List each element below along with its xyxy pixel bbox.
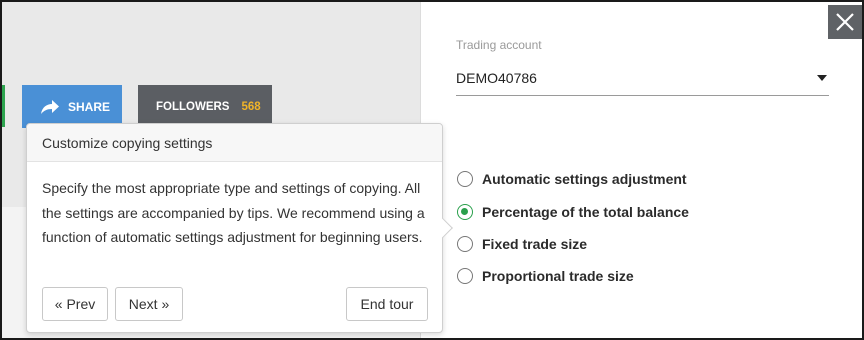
close-button[interactable] bbox=[828, 5, 862, 39]
trading-account-value: DEMO40786 bbox=[456, 69, 537, 86]
radio-fixed-trade-size[interactable]: Fixed trade size bbox=[457, 236, 587, 252]
radio-button[interactable] bbox=[457, 268, 473, 284]
green-accent-bar bbox=[2, 85, 5, 127]
radio-button[interactable] bbox=[457, 171, 473, 187]
trading-account-label: Trading account bbox=[456, 38, 542, 52]
share-button[interactable]: SHARE bbox=[22, 85, 122, 128]
share-label: SHARE bbox=[68, 99, 111, 114]
share-arrow-icon bbox=[41, 99, 59, 114]
radio-label: Automatic settings adjustment bbox=[482, 171, 687, 187]
radio-label: Percentage of the total balance bbox=[482, 204, 689, 220]
screen-frame: SHARE FOLLOWERS 568 Trading account DEMO… bbox=[0, 0, 864, 340]
close-icon bbox=[836, 13, 854, 31]
caret-down-icon bbox=[817, 74, 827, 81]
end-tour-button[interactable]: End tour bbox=[346, 287, 428, 321]
followers-label: FOLLOWERS bbox=[156, 100, 230, 113]
followers-button[interactable]: FOLLOWERS 568 bbox=[138, 85, 272, 128]
followers-count: 568 bbox=[241, 100, 261, 113]
trading-account-select[interactable]: DEMO40786 bbox=[456, 60, 829, 96]
radio-percentage-balance[interactable]: Percentage of the total balance bbox=[457, 204, 689, 220]
copy-settings-panel: Trading account DEMO40786 Automatic sett… bbox=[420, 2, 862, 338]
prev-button[interactable]: « Prev bbox=[42, 287, 108, 321]
tour-body-text: Specify the most appropriate type and se… bbox=[42, 180, 425, 245]
tour-title: Customize copying settings bbox=[27, 124, 442, 162]
radio-label: Fixed trade size bbox=[482, 236, 588, 252]
next-button[interactable]: Next » bbox=[115, 287, 183, 321]
radio-label: Proportional trade size bbox=[482, 268, 634, 284]
radio-button[interactable] bbox=[457, 236, 473, 252]
radio-proportional-trade-size[interactable]: Proportional trade size bbox=[457, 268, 634, 284]
radio-automatic-settings[interactable]: Automatic settings adjustment bbox=[457, 171, 687, 187]
tour-popover: Customize copying settings Specify the m… bbox=[26, 123, 453, 333]
radio-button-selected[interactable] bbox=[457, 204, 473, 220]
